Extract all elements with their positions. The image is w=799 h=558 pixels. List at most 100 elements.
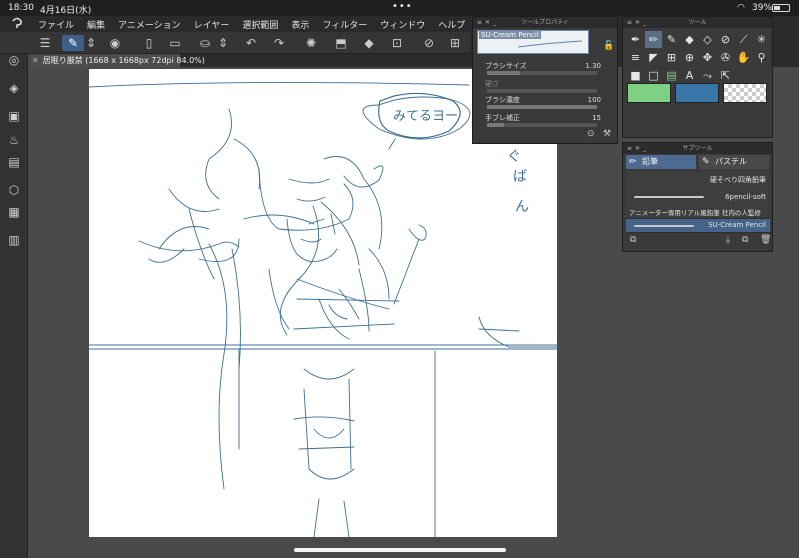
move-icon[interactable]: ✥ bbox=[699, 49, 716, 66]
speech-bubble-text: みてるヨー bbox=[393, 109, 458, 124]
vertical-text-1: ぐ bbox=[507, 149, 521, 165]
hand-icon[interactable]: ✋ bbox=[735, 49, 752, 66]
copy-layer-icon[interactable]: ⧉ bbox=[630, 235, 636, 245]
pen-icon[interactable]: ✒ bbox=[627, 31, 644, 48]
undo-icon[interactable]: ↶ bbox=[242, 35, 260, 51]
layers-icon[interactable]: ◈ bbox=[6, 80, 22, 96]
brush-density-row[interactable]: ブラシ濃度 100 bbox=[477, 95, 609, 113]
document-tab[interactable]: ✕ 居眠り厳禁 (1668 x 1668px 72dpi 84.0%) bbox=[28, 54, 205, 67]
close-tab-icon[interactable]: ✕ bbox=[32, 56, 39, 65]
mode-stepper-icon[interactable]: ⇕ bbox=[86, 35, 96, 51]
color-mix-icon[interactable]: ♨ bbox=[6, 132, 22, 148]
trash-icon[interactable]: 🗑 bbox=[760, 235, 771, 245]
text-icon[interactable]: A bbox=[681, 67, 698, 84]
history-icon[interactable]: ▦ bbox=[6, 204, 22, 220]
view-icon[interactable]: ◉ bbox=[106, 35, 124, 51]
tool-property-panel: ≡✕_ ツールプロパティ SU-Cream Pencil 🔓 ブラシサイズ 1.… bbox=[472, 16, 618, 144]
marker-icon[interactable]: ✎ bbox=[663, 31, 680, 48]
tool-property-title-bar[interactable]: ≡✕_ ツールプロパティ bbox=[473, 17, 617, 28]
layer-select-icon[interactable]: ▤ bbox=[663, 67, 680, 84]
menu-selection[interactable]: 選択範囲 bbox=[242, 18, 278, 31]
material-icon[interactable]: ▤ bbox=[6, 154, 22, 170]
lines-icon[interactable]: ≡ bbox=[627, 49, 644, 66]
object-select-icon[interactable]: ⇱ bbox=[717, 67, 734, 84]
brush-preview[interactable]: SU-Cream Pencil bbox=[477, 30, 589, 54]
status-time: 18:30 bbox=[8, 3, 34, 13]
brush-item[interactable]: アニメーター専用リアル風鉛筆 社内の人監修 bbox=[626, 205, 770, 219]
lock-icon[interactable]: 🔓 bbox=[603, 41, 614, 51]
bucket-icon[interactable]: ◆ bbox=[681, 31, 698, 48]
layer-property-icon[interactable]: ▣ bbox=[6, 108, 22, 124]
crop-icon[interactable]: ⊞ bbox=[446, 35, 464, 51]
reset-icon[interactable]: ⊙ bbox=[587, 129, 595, 139]
app-logo-icon[interactable] bbox=[10, 17, 24, 30]
sparkle-icon[interactable]: ✳ bbox=[753, 31, 770, 48]
stabilization-slider[interactable] bbox=[487, 123, 597, 127]
tool-grid: ✒ ✏ ✎ ◆ ◇ ⊘ ⟋ ✳ ≡ ◤ ⊞ ⊕ ✥ ✇ ✋ ⚲ ■ □ ▤ A … bbox=[627, 31, 770, 84]
menu-animation[interactable]: アニメーション bbox=[118, 18, 181, 31]
open-folder-icon[interactable]: ▭ bbox=[166, 35, 184, 51]
menu-layer[interactable]: レイヤー bbox=[194, 18, 230, 31]
transparent-color-swatch[interactable] bbox=[723, 83, 767, 103]
wrench-icon[interactable]: ⚒ bbox=[603, 129, 611, 139]
menu-help[interactable]: ヘルプ bbox=[438, 18, 465, 31]
lasso-icon[interactable]: ⊕ bbox=[681, 49, 698, 66]
empty-square-icon[interactable]: □ bbox=[645, 67, 662, 84]
sub-color-swatch[interactable] bbox=[675, 83, 719, 103]
edit-mode-icon[interactable]: ✎ bbox=[62, 35, 84, 51]
color-swatches bbox=[627, 83, 767, 103]
brush-density-slider[interactable] bbox=[487, 105, 597, 109]
import-icon[interactable]: ⤓ bbox=[726, 235, 730, 245]
correct-line-icon[interactable]: ⤳ bbox=[699, 67, 716, 84]
menu-edit[interactable]: 編集 bbox=[87, 18, 105, 31]
redo-icon[interactable]: ↷ bbox=[270, 35, 288, 51]
panel-controls-icon[interactable]: ≡✕_ bbox=[627, 17, 649, 28]
brush-size-row[interactable]: ブラシサイズ 1.30 bbox=[477, 61, 609, 79]
menu-file[interactable]: ファイル bbox=[38, 18, 74, 31]
home-indicator[interactable] bbox=[294, 548, 506, 552]
eraser-icon[interactable]: ◇ bbox=[699, 31, 716, 48]
3d-icon[interactable]: ⬡ bbox=[6, 182, 22, 198]
zoom-icon[interactable]: ⚲ bbox=[753, 49, 770, 66]
fill-icon[interactable]: ◆ bbox=[360, 35, 378, 51]
brush-item[interactable]: 6pencil-soft bbox=[626, 187, 770, 207]
frame-icon[interactable]: ⊞ bbox=[663, 49, 680, 66]
save-icon[interactable]: ⛀ bbox=[196, 35, 214, 51]
panel-controls-icon[interactable]: ≡✕_ bbox=[627, 143, 649, 154]
eyedropper-icon[interactable]: ⟋ bbox=[735, 31, 752, 48]
gradient-icon[interactable]: ◤ bbox=[645, 49, 662, 66]
pencil-icon[interactable]: ✏ bbox=[645, 31, 662, 48]
hardness-slider[interactable] bbox=[487, 89, 597, 93]
transform-tool-icon[interactable]: ✇ bbox=[717, 49, 734, 66]
menu-hamburger-icon[interactable]: ☰ bbox=[36, 35, 54, 51]
save-stepper-icon[interactable]: ⇕ bbox=[218, 35, 228, 51]
loading-icon[interactable]: ✺ bbox=[302, 35, 320, 51]
airbrush-icon[interactable]: ⊘ bbox=[717, 31, 734, 48]
new-file-icon[interactable]: ▯ bbox=[140, 35, 158, 51]
menu-view[interactable]: 表示 bbox=[291, 18, 309, 31]
tab-pastel-label: パステル bbox=[715, 157, 747, 166]
main-color-swatch[interactable] bbox=[627, 83, 671, 103]
brush-item-selected[interactable]: SU-Cream Pencil bbox=[626, 219, 770, 233]
navigator-icon[interactable]: ◎ bbox=[6, 52, 22, 68]
tab-pencil[interactable]: ✏ 鉛筆 bbox=[626, 155, 696, 169]
duplicate-icon[interactable]: ⧉ bbox=[742, 235, 748, 245]
calendar-icon[interactable]: ▥ bbox=[6, 232, 22, 248]
brush-size-value: 1.30 bbox=[585, 62, 601, 70]
command-bar: ☰ ✎ ⇕ ◉ ▯ ▭ ⛀ ⇕ ↶ ↷ ✺ ⬒ ◆ ⊡ ⊘ ⊞ bbox=[0, 32, 470, 54]
brush-size-slider[interactable] bbox=[487, 71, 597, 75]
fill-square-icon[interactable]: ■ bbox=[627, 67, 644, 84]
transform-icon[interactable]: ⊡ bbox=[388, 35, 406, 51]
clear-icon[interactable]: ⬒ bbox=[332, 35, 350, 51]
menu-filter[interactable]: フィルター bbox=[322, 18, 367, 31]
deselect-icon[interactable]: ⊘ bbox=[420, 35, 438, 51]
left-sidebar: ◎ ◈ ▣ ♨ ▤ ⬡ ▦ ▥ bbox=[0, 32, 28, 558]
brush-stroke-icon bbox=[634, 225, 694, 227]
menu-window[interactable]: ウィンドウ bbox=[380, 18, 425, 31]
vertical-text-2: ば bbox=[513, 169, 527, 185]
tab-pastel[interactable]: ✎ パステル bbox=[699, 155, 769, 169]
tool-panel-title-bar[interactable]: ≡✕_ ツール bbox=[623, 17, 772, 28]
multitask-dots-icon[interactable]: ••• bbox=[392, 1, 413, 12]
sub-tool-title-bar[interactable]: ≡✕_ サブツール bbox=[623, 143, 772, 154]
panel-controls-icon[interactable]: ≡✕_ bbox=[477, 17, 499, 28]
